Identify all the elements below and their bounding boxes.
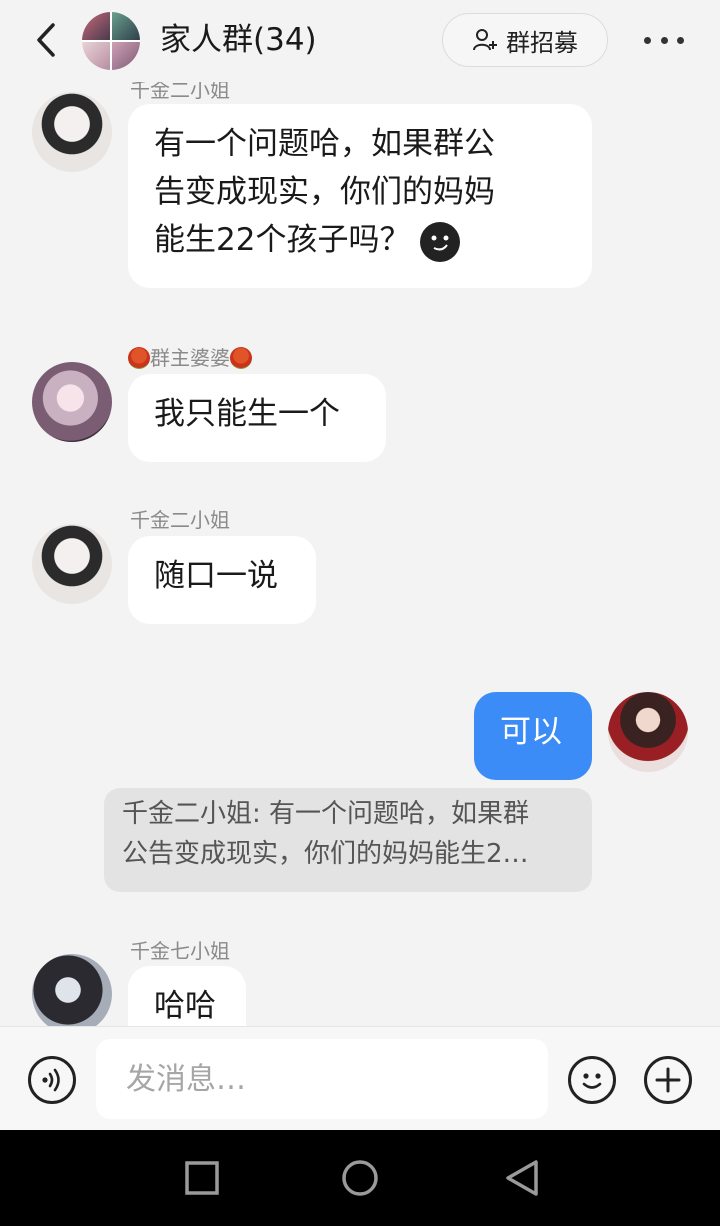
message-text: 随口一说 (154, 558, 278, 594)
quote-text-line: 公告变成现实，你们的妈妈能生2… (122, 839, 529, 869)
chat-header: 家人群(34) 群招募 (0, 0, 720, 82)
more-actions-button[interactable] (644, 1056, 692, 1104)
more-button[interactable] (640, 24, 688, 56)
add-person-icon (473, 29, 497, 51)
voice-icon (42, 1068, 60, 1092)
triangle-back-icon (506, 1160, 538, 1196)
sender-name: 千金二小姐 (130, 508, 230, 532)
smile-icon (582, 1073, 602, 1089)
recent-apps-button[interactable] (182, 1158, 222, 1198)
sender-name-row: 群主婆婆 (128, 346, 252, 370)
circle-icon (342, 1160, 378, 1196)
chevron-left-icon (37, 23, 55, 57)
message-input[interactable] (96, 1039, 548, 1119)
emoji-button[interactable] (568, 1056, 616, 1104)
my-message-bubble[interactable]: 可以 (474, 692, 592, 780)
my-avatar[interactable] (608, 692, 688, 772)
message-bubble[interactable]: 哈哈 (128, 966, 246, 1026)
sender-name: 千金二小姐 (130, 82, 230, 102)
plus-icon (655, 1067, 681, 1093)
avatar[interactable] (32, 92, 112, 172)
message-text: 我只能生一个 (154, 396, 340, 432)
message-input-box[interactable] (96, 1039, 548, 1119)
more-dots-icon (644, 36, 651, 44)
smirk-emoji-icon (420, 221, 461, 262)
voice-button[interactable] (28, 1056, 76, 1104)
system-nav-bar (0, 1130, 720, 1226)
rose-icon (230, 347, 252, 369)
group-recruit-button[interactable]: 群招募 (442, 13, 608, 67)
message-text: 可以 (500, 714, 562, 750)
back-button[interactable] (28, 20, 64, 60)
input-bar (0, 1026, 720, 1130)
message-bubble[interactable]: 有一个问题哈，如果群公 告变成现实，你们的妈妈 能生22个孩子吗？ (128, 104, 592, 288)
square-icon (185, 1161, 219, 1195)
message-list[interactable]: 千金二小姐 有一个问题哈，如果群公 告变成现实，你们的妈妈 能生22个孩子吗？ … (0, 82, 720, 1026)
back-nav-button[interactable] (502, 1158, 542, 1198)
message-bubble[interactable]: 随口一说 (128, 536, 316, 624)
chat-title[interactable]: 家人群(34) (160, 20, 317, 60)
home-button[interactable] (340, 1158, 380, 1198)
quoted-message[interactable]: 千金二小姐: 有一个问题哈，如果群 公告变成现实，你们的妈妈能生2… (104, 788, 592, 892)
message-text-line: 告变成现实，你们的妈妈 (154, 174, 495, 210)
message-bubble[interactable]: 我只能生一个 (128, 374, 386, 462)
message-text-line: 能生22个孩子吗？ (154, 222, 411, 258)
avatar[interactable] (32, 362, 112, 442)
group-avatar[interactable] (82, 12, 140, 70)
sender-name: 群主婆婆 (150, 346, 230, 370)
rose-icon (128, 347, 150, 369)
sender-name: 千金七小姐 (130, 939, 230, 963)
message-text-line: 有一个问题哈，如果群公 (154, 126, 495, 162)
quote-text-line: 千金二小姐: 有一个问题哈，如果群 (122, 799, 530, 829)
recruit-label: 群招募 (506, 28, 578, 57)
avatar[interactable] (32, 954, 112, 1026)
avatar[interactable] (32, 524, 112, 604)
message-text: 哈哈 (154, 988, 216, 1024)
